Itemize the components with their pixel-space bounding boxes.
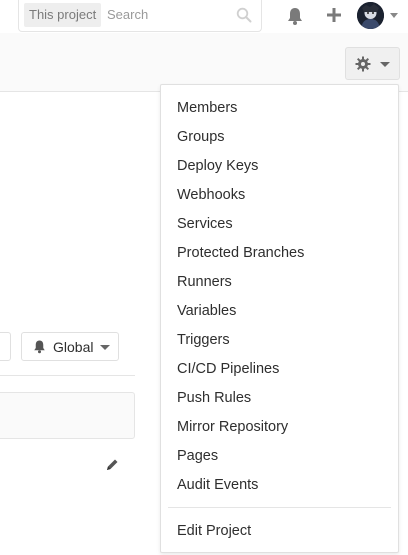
chevron-down-icon <box>100 345 110 350</box>
menu-item-audit-events[interactable]: Audit Events <box>161 471 398 500</box>
menu-item-pages[interactable]: Pages <box>161 442 398 471</box>
bell-icon[interactable] <box>285 6 305 26</box>
menu-item-groups[interactable]: Groups <box>161 123 398 152</box>
menu-item-push-rules[interactable]: Push Rules <box>161 384 398 413</box>
menu-item-webhooks[interactable]: Webhooks <box>161 181 398 210</box>
plus-icon[interactable] <box>324 5 344 25</box>
content-panel <box>0 392 135 439</box>
menu-item-deploy-keys[interactable]: Deploy Keys <box>161 152 398 181</box>
menu-item-services[interactable]: Services <box>161 210 398 239</box>
notification-level-button[interactable]: Global <box>21 332 119 361</box>
menu-item-mirror-repository[interactable]: Mirror Repository <box>161 413 398 442</box>
chevron-down-icon[interactable] <box>390 13 398 18</box>
search-input[interactable]: Search <box>107 3 148 27</box>
pencil-icon[interactable] <box>104 457 120 473</box>
menu-item-edit-project[interactable]: Edit Project <box>161 517 398 546</box>
search-scope-badge[interactable]: This project <box>24 3 102 27</box>
top-navbar: This project Search <box>0 0 408 33</box>
settings-dropdown-menu: Members Groups Deploy Keys Webhooks Serv… <box>160 84 399 553</box>
menu-item-cicd-pipelines[interactable]: CI/CD Pipelines <box>161 355 398 384</box>
menu-item-members[interactable]: Members <box>161 94 398 123</box>
partial-button[interactable] <box>0 332 11 361</box>
chevron-down-icon <box>380 62 390 67</box>
avatar-image <box>357 2 384 29</box>
menu-item-triggers[interactable]: Triggers <box>161 326 398 355</box>
settings-dropdown-button[interactable] <box>345 47 400 80</box>
search-box[interactable]: This project Search <box>18 0 262 32</box>
menu-divider <box>168 507 391 508</box>
menu-item-protected-branches[interactable]: Protected Branches <box>161 239 398 268</box>
gear-icon <box>355 56 371 72</box>
menu-item-variables[interactable]: Variables <box>161 297 398 326</box>
bell-icon <box>34 340 45 354</box>
search-icon <box>236 7 252 23</box>
menu-item-runners[interactable]: Runners <box>161 268 398 297</box>
notification-level-label: Global <box>53 339 94 355</box>
avatar[interactable] <box>357 2 384 29</box>
divider <box>0 375 135 376</box>
